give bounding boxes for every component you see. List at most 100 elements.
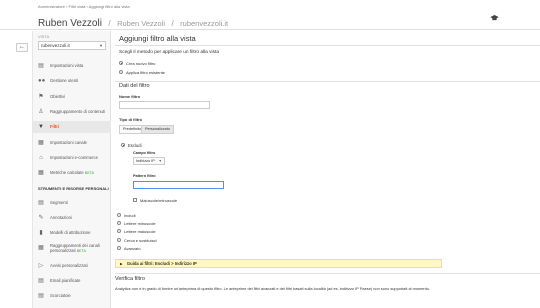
view-selector[interactable]: rubenvezzoli.it ▼ (38, 41, 106, 50)
divider (115, 45, 540, 46)
filter-type-label: Tipo di filtro (119, 117, 143, 122)
sidebar-item-label: Filtri (50, 124, 60, 129)
sidebar-item-content-grouping[interactable]: ♙ Raggruppamento di contenuti (33, 106, 111, 118)
radio-create-new-filter[interactable] (119, 61, 123, 65)
cart-icon: ⌂ (39, 155, 43, 161)
sidebar-item-ecommerce-settings[interactable]: ⌂ Impostazioni e-commerce (33, 152, 111, 164)
exclude-label: Escludi (128, 143, 142, 148)
sidebar-item-label: Metriche calcolate BETA (50, 170, 95, 175)
radio-advanced[interactable] (117, 246, 121, 250)
left-rail (0, 31, 33, 308)
title-separator: / (108, 19, 111, 28)
top-bar: Amministratore › Filtri vista › Aggiungi… (0, 0, 540, 30)
segments-icon: ▤ (38, 200, 44, 206)
sidebar-item-label: Avvisi personalizzati (50, 263, 88, 268)
filter-field-label: Campo filtro (133, 151, 156, 155)
sidebar-item-label: Impostazioni canale (50, 140, 88, 145)
sidebar-item-user-management[interactable]: ●● Gestione utenti (33, 75, 111, 87)
calc-icon: ▦ (38, 170, 44, 176)
filter-name-input[interactable] (119, 101, 210, 109)
sidebar-item-label: Impostazioni vista (50, 63, 84, 68)
method-prompt: Scegli il metodo per applicare un filtro… (119, 50, 219, 55)
filter-pattern-label: Pattern filtro (133, 174, 156, 178)
graduation-cap-icon[interactable] (490, 15, 499, 21)
sidebar-item-shortcuts[interactable]: ▤ Scorciatoie (33, 290, 111, 302)
shortcut-icon: ▤ (38, 293, 44, 299)
radio-apply-existing-label: Applica filtro esistente (126, 70, 165, 75)
sidebar-item-calculated-metrics[interactable]: ▦ Metriche calcolate BETA (33, 167, 111, 179)
view-selector-value: rubenvezzoli.it (41, 43, 70, 48)
radio-search-replace[interactable] (117, 238, 121, 242)
filter-icon: ▼ (38, 124, 44, 130)
option-label: Cerca e sostituisci (124, 238, 157, 243)
case-sensitive-checkbox[interactable] (133, 198, 137, 202)
guide-prefix: Guida ai filtri: (126, 261, 154, 266)
filter-details-title: Dati del filtro (119, 83, 150, 89)
sidebar-item-attribution-models[interactable]: ▮ Modelli di attribuzione (33, 227, 111, 239)
guide-path: Escludi > Indirizzo IP (155, 261, 197, 266)
chevron-down-icon: ▼ (99, 43, 103, 48)
sidebar-item-label: Gestione utenti (50, 78, 79, 83)
calendar-icon: ▤ (38, 278, 44, 284)
caret-right-icon: ▶ (120, 262, 123, 266)
breadcrumb[interactable]: Amministratore › Filtri vista › Aggiungi… (38, 4, 130, 9)
option-label: Lettere minuscole (124, 221, 156, 226)
sidebar-item-label: Annotazioni (50, 215, 72, 220)
page-title: Aggiungi filtro alla vista (119, 34, 196, 43)
verify-filter-title: Verifica filtro (115, 276, 145, 282)
divider (115, 81, 540, 82)
document-icon: ▤ (38, 63, 44, 69)
radio-apply-existing-filter[interactable] (119, 70, 123, 74)
sidebar-item-custom-alerts[interactable]: ▷ Avvisi personalizzati (33, 260, 111, 272)
sidebar-item-label: Raggruppamento di contenuti (50, 109, 105, 114)
annotation-icon: ✎ (38, 215, 44, 221)
sidebar-item-segments[interactable]: ▤ Segmenti (33, 197, 111, 209)
sidebar-item-label: Email pianificate (50, 278, 81, 283)
sidebar-item-custom-channel-grouping[interactable]: ▦ Raggruppamenti dei canali personalizzat… (33, 242, 111, 254)
sidebar-item-scheduled-emails[interactable]: ▤ Email pianificate (33, 275, 111, 287)
radio-create-new-label: Crea nuovo filtro (126, 61, 156, 66)
radio-exclude[interactable] (121, 143, 125, 147)
personal-tools-heading: STRUMENTI E RISORSE PERSONALI (38, 186, 109, 191)
sidebar-item-view-settings[interactable]: ▤ Impostazioni vista (33, 60, 111, 72)
sidebar-item-channel-settings[interactable]: ▦ Impostazioni canale (33, 137, 111, 149)
case-sensitive-label: Maiuscole/minuscole (140, 198, 178, 203)
verify-filter-message: Analytics non è in grado di fornire un'a… (115, 286, 430, 291)
sidebar-item-filters[interactable]: ▼ Filtri (33, 121, 111, 133)
flag-icon: ⚑ (38, 94, 44, 100)
sidebar-item-label: Impostazioni e-commerce (50, 155, 98, 160)
radio-lowercase[interactable] (117, 221, 121, 225)
filter-field-value: Indirizzo IP (136, 159, 155, 163)
sidebar-item-label: Modelli di attribuzione (50, 230, 91, 235)
sidebar-item-label: Obiettivi (50, 94, 66, 99)
back-button[interactable]: ← (16, 43, 28, 52)
sidebar-item-label: Segmenti (50, 200, 68, 205)
radio-uppercase[interactable] (117, 229, 121, 233)
beta-badge: BETA (84, 171, 95, 175)
option-label: Includi (124, 213, 136, 218)
page-header: Ruben Vezzoli / Ruben Vezzoli / rubenvez… (38, 13, 228, 31)
beta-badge: BETA (76, 249, 86, 253)
users-icon: ●● (38, 78, 46, 84)
tab-custom[interactable]: Personalizzato (141, 125, 174, 134)
filter-pattern-input[interactable] (133, 181, 224, 189)
divider (115, 273, 540, 274)
option-label: Avanzato (124, 246, 141, 251)
filter-field-dropdown[interactable]: Indirizzo IP ▼ (133, 157, 165, 165)
sidebar-item-label: Raggruppamenti dei canali personalizzati … (50, 243, 100, 253)
account-title[interactable]: Ruben Vezzoli (38, 18, 102, 29)
sidebar-item-goals[interactable]: ⚑ Obiettivi (33, 91, 111, 103)
view-label: VISTA (38, 34, 50, 39)
person-icon: ♙ (38, 109, 44, 115)
sidebar-item-label: Scorciatoie (50, 293, 71, 298)
view-title[interactable]: rubenvezzoli.it (180, 19, 228, 28)
filter-guide-banner[interactable]: ▶ Guida ai filtri: Escludi > Indirizzo I… (115, 259, 442, 268)
option-label: Lettere maiuscole (124, 229, 156, 234)
radio-include[interactable] (117, 213, 121, 217)
property-title[interactable]: Ruben Vezzoli (117, 19, 165, 28)
sidebar-item-annotations[interactable]: ✎ Annotazioni (33, 212, 111, 224)
title-separator: / (171, 19, 174, 28)
filter-name-label: Nome filtro (119, 94, 141, 99)
bars-icon: ▮ (39, 230, 43, 236)
grid-icon: ▦ (38, 245, 44, 251)
